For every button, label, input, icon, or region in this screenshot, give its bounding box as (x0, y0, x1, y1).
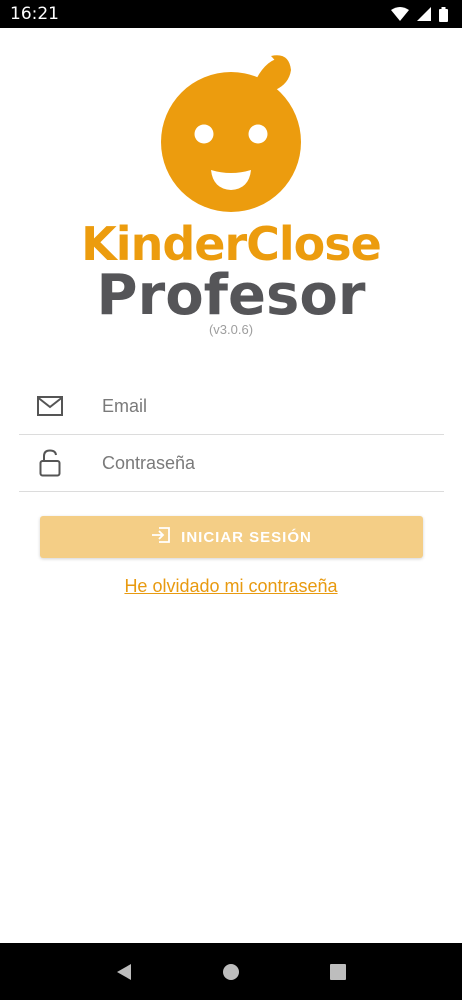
login-button[interactable]: INICIAR SESIÓN (40, 516, 423, 558)
login-icon (151, 526, 171, 548)
status-time: 16:21 (10, 4, 59, 24)
forgot-password-link[interactable]: He olvidado mi contraseña (0, 576, 462, 597)
password-input[interactable] (102, 452, 422, 474)
password-field (19, 435, 444, 492)
back-icon[interactable] (104, 952, 144, 992)
unlock-icon (18, 449, 82, 477)
app-version: (v3.0.6) (208, 322, 254, 337)
wifi-icon (391, 7, 409, 21)
email-field (19, 378, 444, 435)
login-screen: 16:21 KinderClose Profesor (v3.0.6) Emai… (0, 0, 462, 1000)
email-input[interactable] (102, 395, 422, 417)
recents-icon[interactable] (318, 952, 358, 992)
logo (0, 52, 462, 222)
child-face-logo-icon (0, 52, 462, 222)
home-icon[interactable] (211, 952, 251, 992)
battery-icon (439, 6, 448, 22)
envelope-icon (18, 396, 82, 416)
status-icons (391, 6, 448, 22)
status-bar: 16:21 (0, 0, 462, 28)
product-name: Profesor (96, 263, 366, 328)
login-button-label: INICIAR SESIÓN (181, 528, 312, 546)
signal-icon (417, 7, 431, 21)
nav-bar (0, 943, 462, 1000)
